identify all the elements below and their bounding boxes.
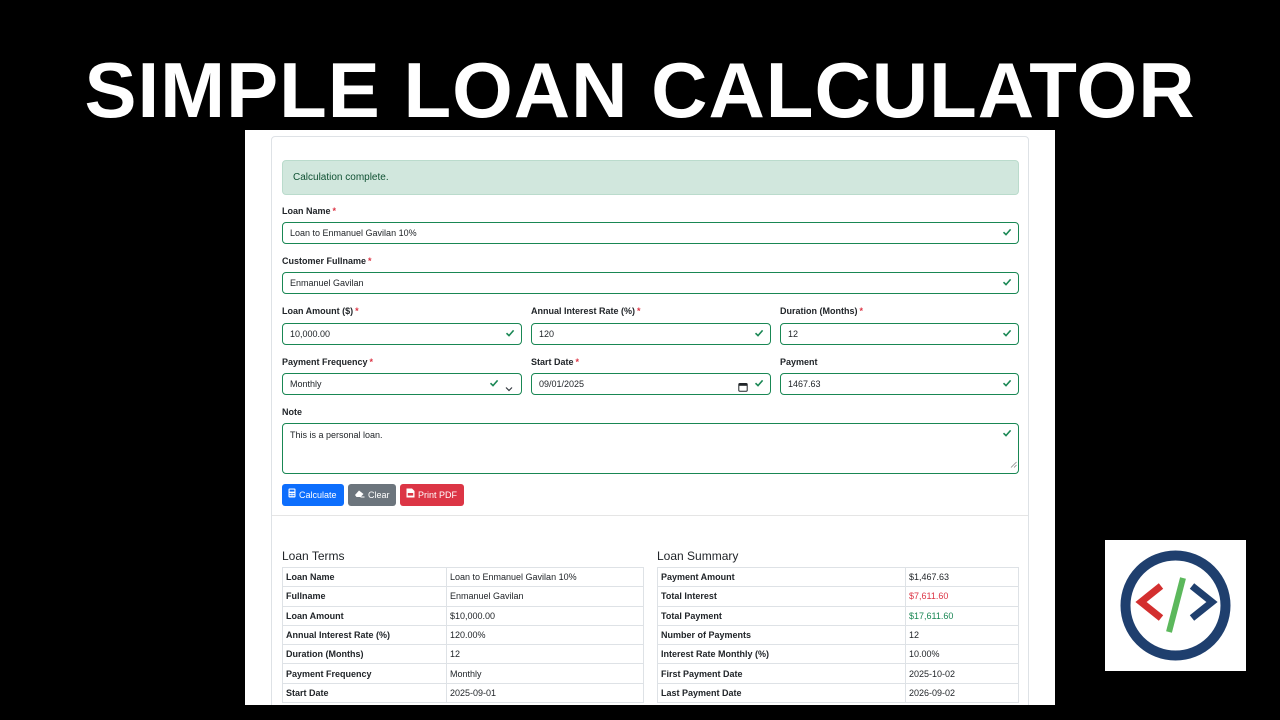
check-icon — [505, 328, 515, 338]
video-title-banner: SIMPLE LOAN CALCULATOR — [84, 46, 1196, 134]
calculator-icon — [288, 484, 296, 506]
row-key: Number of Payments — [657, 624, 906, 646]
annual-interest-rate-input[interactable]: 120 — [531, 323, 771, 345]
success-alert: Calculation complete. — [282, 160, 1019, 195]
row-value: $1,467.63 — [905, 566, 1019, 588]
payment-frequency-select[interactable]: Monthly — [282, 373, 522, 395]
table-row: Total Interest $7,611.60 — [657, 586, 1019, 607]
payment-label: Payment — [780, 357, 818, 367]
start-date-input[interactable]: 09/01/2025 — [531, 373, 771, 395]
check-icon — [1002, 227, 1012, 237]
duration-months-label: Duration (Months) * — [780, 306, 863, 316]
clear-button[interactable]: Clear — [348, 484, 396, 506]
loan-terms-table: Loan Name Loan to Enmanuel Gavilan 10% Ful… — [282, 566, 644, 704]
row-key: Total Payment — [657, 605, 906, 626]
chevron-down-icon — [505, 380, 513, 400]
loan-summary-title: Loan Summary — [657, 549, 739, 563]
table-row: Interest Rate Monthly (%) 10.00% — [657, 644, 1019, 665]
table-row: Last Payment Date 2026-09-02 — [657, 682, 1019, 704]
table-row: Start Date 2025-09-01 — [282, 682, 644, 704]
customer-fullname-label: Customer Fullname * — [282, 256, 372, 266]
loan-terms-title: Loan Terms — [282, 549, 345, 563]
row-key: Payment Amount — [657, 566, 906, 588]
channel-logo — [1105, 540, 1246, 671]
row-value: Monthly — [446, 663, 644, 684]
loan-form-card: Calculation complete. Loan Name * Loan to… — [271, 136, 1029, 705]
calculate-button[interactable]: Calculate — [282, 484, 344, 506]
check-icon — [1002, 277, 1012, 287]
row-value: $10,000.00 — [446, 605, 644, 626]
loan-summary-table: Payment Amount $1,467.63 Total Interest $7,… — [657, 566, 1019, 704]
table-row: Annual Interest Rate (%) 120.00% — [282, 624, 644, 646]
row-key: First Payment Date — [657, 663, 906, 684]
required-marker: * — [637, 306, 641, 316]
row-value: 2025-09-01 — [446, 682, 644, 704]
required-marker: * — [368, 256, 372, 266]
customer-fullname-input[interactable]: Enmanuel Gavilan — [282, 272, 1019, 294]
annual-interest-rate-label: Annual Interest Rate (%) * — [531, 306, 641, 316]
table-row: Payment Amount $1,467.63 — [657, 566, 1019, 588]
loan-amount-label: Loan Amount ($) * — [282, 306, 359, 316]
table-row: Number of Payments 12 — [657, 624, 1019, 646]
loan-name-label: Loan Name * — [282, 206, 337, 216]
row-key: Total Interest — [657, 586, 906, 607]
required-marker: * — [859, 306, 863, 316]
row-key: Loan Amount — [282, 605, 447, 626]
row-value: 2026-09-02 — [905, 682, 1019, 704]
loan-name-input[interactable]: Loan to Enmanuel Gavilan 10% — [282, 222, 1019, 244]
section-divider — [272, 515, 1028, 516]
start-date-label: Start Date * — [531, 357, 580, 367]
app-screenshot: Calculation complete. Loan Name * Loan to… — [245, 130, 1055, 705]
row-value: $17,611.60 — [905, 605, 1019, 626]
row-value: 10.00% — [905, 644, 1019, 665]
eraser-icon — [354, 484, 365, 506]
row-value: $7,611.60 — [905, 586, 1019, 607]
row-value: 12 — [446, 644, 644, 665]
row-value: Enmanuel Gavilan — [446, 586, 644, 607]
print-pdf-button[interactable]: Print PDF — [400, 484, 464, 506]
payment-frequency-label: Payment Frequency * — [282, 357, 374, 367]
table-row: First Payment Date 2025-10-02 — [657, 663, 1019, 684]
row-key: Interest Rate Monthly (%) — [657, 644, 906, 665]
required-marker: * — [355, 306, 359, 316]
code-brackets-logo — [1120, 550, 1231, 661]
table-row: Total Payment $17,611.60 — [657, 605, 1019, 626]
note-label: Note — [282, 407, 302, 417]
table-row: Payment Frequency Monthly — [282, 663, 644, 684]
check-icon — [1002, 328, 1012, 338]
calendar-icon[interactable] — [738, 379, 748, 399]
check-icon — [754, 378, 764, 388]
required-marker: * — [575, 357, 580, 367]
resize-handle-icon[interactable] — [1010, 458, 1017, 472]
payment-input[interactable]: 1467.63 — [780, 373, 1019, 395]
check-icon — [754, 328, 764, 338]
table-row: Loan Amount $10,000.00 — [282, 605, 644, 626]
note-textarea[interactable]: This is a personal loan. — [282, 423, 1019, 474]
duration-months-input[interactable]: 12 — [780, 323, 1019, 345]
loan-amount-input[interactable]: 10,000.00 — [282, 323, 522, 345]
table-row: Fullname Enmanuel Gavilan — [282, 586, 644, 607]
required-marker: * — [332, 206, 337, 216]
row-key: Duration (Months) — [282, 644, 447, 665]
row-key: Fullname — [282, 586, 447, 607]
row-key: Payment Frequency — [282, 663, 447, 684]
check-icon — [1002, 428, 1012, 438]
row-value: 120.00% — [446, 624, 644, 646]
row-key: Last Payment Date — [657, 682, 906, 704]
table-row: Loan Name Loan to Enmanuel Gavilan 10% — [282, 566, 644, 588]
file-pdf-icon — [406, 484, 415, 506]
check-icon — [1002, 378, 1012, 388]
table-row: Duration (Months) 12 — [282, 644, 644, 665]
row-key: Loan Name — [282, 566, 447, 588]
row-value: 2025-10-02 — [905, 663, 1019, 684]
required-marker: * — [369, 357, 374, 367]
row-value: 12 — [905, 624, 1019, 646]
row-key: Annual Interest Rate (%) — [282, 624, 447, 646]
row-key: Start Date — [282, 682, 447, 704]
row-value: Loan to Enmanuel Gavilan 10% — [446, 566, 644, 588]
check-icon — [489, 378, 499, 388]
